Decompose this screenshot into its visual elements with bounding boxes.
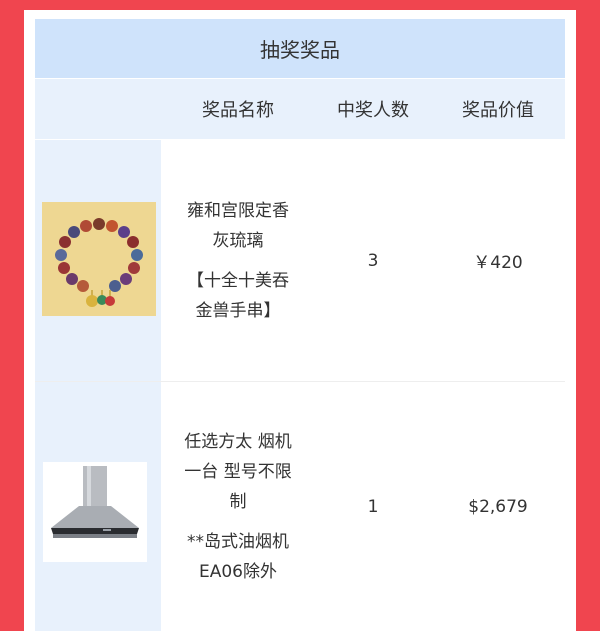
header-prize-value: 奖品价值 (462, 100, 534, 121)
prize-card: 抽奖奖品 奖品名称 中奖人数 奖品价值 雍和宫限定香 灰琉璃 【十全十美吞 金兽… (24, 10, 576, 631)
header-prize-name: 奖品名称 (202, 100, 274, 121)
table-row: 任选方太 烟机 一台 型号不限 制 **岛式油烟机 EA06除外 1 $2,67… (35, 382, 565, 631)
prize-value-cell: $2,679 (468, 496, 528, 517)
prize-name-line: 一台 型号不限 (184, 461, 292, 482)
prize-image-cell (35, 382, 161, 631)
prize-name-line: 金兽手串】 (195, 300, 281, 321)
prize-name-line: 制 (229, 491, 247, 512)
prize-value-cell: ￥420 (473, 253, 523, 273)
winner-count-cell: 1 (367, 496, 379, 517)
prize-name-line: **岛式油烟机 (187, 531, 289, 552)
prize-table-title: 抽奖奖品 (35, 19, 565, 78)
prize-name-line: 任选方太 烟机 (184, 431, 292, 452)
prize-name-line: 灰琉璃 (212, 230, 264, 251)
prize-name-line: 雍和宫限定香 (187, 200, 289, 221)
prize-name-cell: 任选方太 烟机 一台 型号不限 制 **岛式油烟机 EA06除外 (161, 382, 315, 631)
prize-name-line: EA06除外 (198, 561, 277, 582)
prize-table-header: 奖品名称 中奖人数 奖品价值 (35, 79, 565, 139)
prize-image-cell (35, 140, 161, 381)
bracelet-photo (42, 202, 156, 316)
table-row: 雍和宫限定香 灰琉璃 【十全十美吞 金兽手串】 3 ￥420 (35, 140, 565, 382)
range-hood-photo (43, 462, 147, 562)
prize-name-line: 【十全十美吞 (187, 270, 289, 291)
prize-name-cell: 雍和宫限定香 灰琉璃 【十全十美吞 金兽手串】 (161, 140, 315, 381)
header-winner-count: 中奖人数 (337, 100, 409, 121)
winner-count-cell: 3 (367, 250, 379, 271)
